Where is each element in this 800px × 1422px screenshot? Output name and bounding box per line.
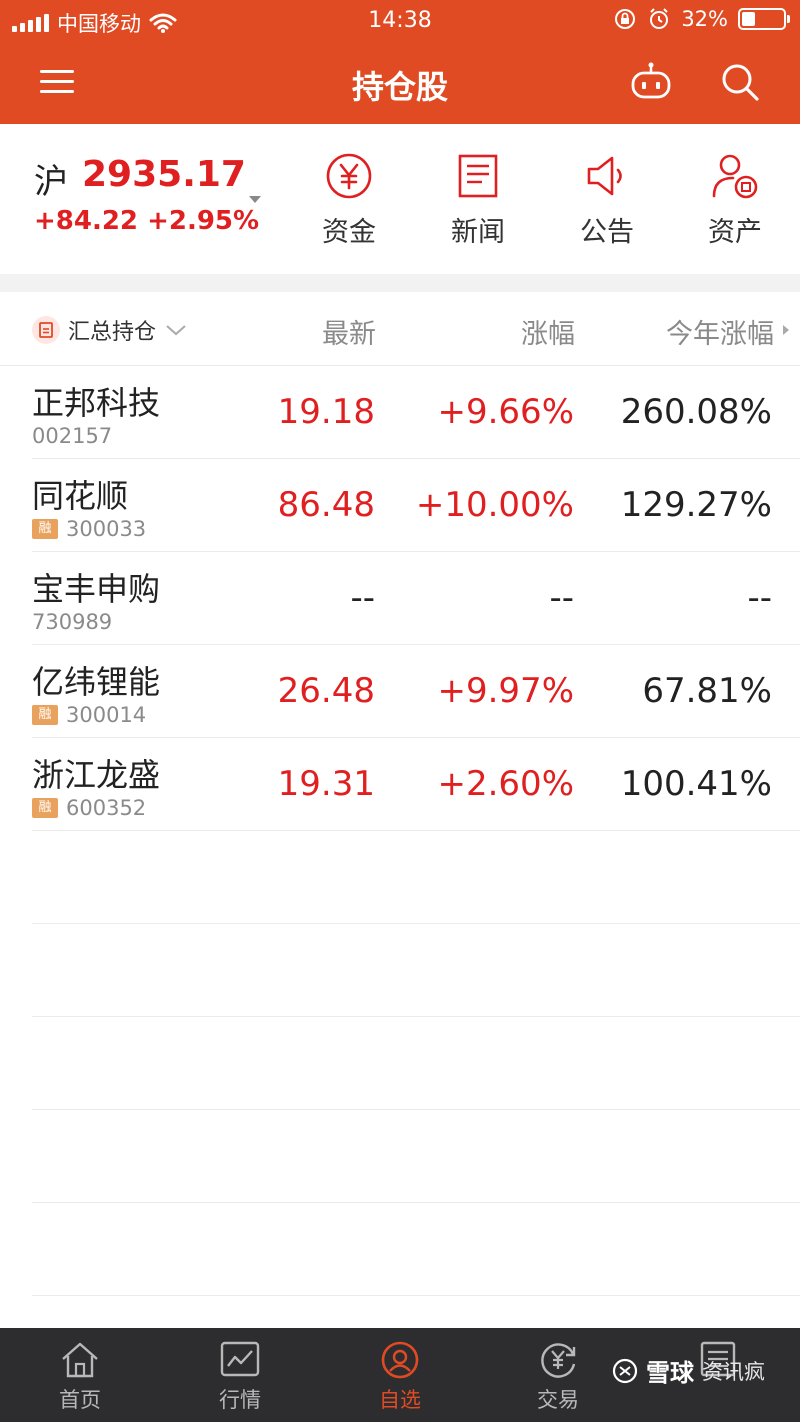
stock-name: 正邦科技: [32, 384, 161, 422]
table-row[interactable]: 亿纬锂能 融 300014 26.48 +9.97% 67.81%: [0, 645, 800, 738]
holdings-doc-icon: [32, 316, 60, 344]
margin-badge: 融: [32, 519, 58, 539]
stock-price: 86.48: [277, 485, 375, 525]
column-header-price[interactable]: 最新: [322, 312, 376, 351]
stock-code: 002157: [32, 424, 113, 448]
quick-action-assets[interactable]: 资产: [680, 152, 790, 249]
table-row[interactable]: 宝丰申购 730989 -- -- --: [0, 552, 800, 645]
stock-ytd: 129.27%: [620, 485, 772, 525]
orientation-lock-icon: [615, 9, 636, 29]
stock-name: 宝丰申购: [32, 570, 161, 608]
column-header-change[interactable]: 涨幅: [521, 312, 575, 351]
quick-action-funds[interactable]: 资金: [294, 152, 404, 249]
tab-watchlist[interactable]: 自选: [340, 1340, 460, 1414]
table-row[interactable]: 浙江龙盛 融 600352 19.31 +2.60% 100.41%: [0, 738, 800, 831]
tab-label: 交易: [537, 1388, 579, 1412]
column-header-ytd[interactable]: 今年涨幅: [666, 312, 774, 351]
tab-label: 自选: [379, 1388, 421, 1412]
empty-row: [0, 1203, 800, 1296]
empty-row: [0, 1110, 800, 1203]
page-title: 持仓股: [351, 68, 448, 106]
tab-trade[interactable]: 交易: [498, 1340, 618, 1414]
tab-market[interactable]: 行情: [180, 1340, 300, 1414]
stock-price: 26.48: [277, 671, 375, 711]
user-asset-icon: [712, 154, 758, 199]
watermark-brand: 雪球: [646, 1359, 694, 1387]
watchlist-icon: [381, 1341, 419, 1379]
index-change: +84.22 +2.95%: [34, 206, 260, 236]
quick-action-announcements[interactable]: 公告: [552, 152, 662, 249]
stock-change: +10.00%: [415, 485, 574, 525]
empty-row: [0, 1017, 800, 1110]
tab-label: 行情: [219, 1388, 261, 1412]
index-dropdown-icon[interactable]: [249, 196, 261, 203]
home-icon: [62, 1342, 98, 1378]
chevron-down-icon: [166, 325, 186, 336]
stock-name: 同花顺: [32, 477, 129, 515]
stock-ytd: 260.08%: [620, 392, 772, 432]
stock-change: +2.60%: [437, 764, 575, 804]
index-value[interactable]: 2935.17: [82, 154, 246, 195]
robot-icon[interactable]: [628, 60, 674, 106]
stock-price: --: [350, 578, 375, 618]
empty-row: [0, 924, 800, 1017]
table-row[interactable]: 同花顺 融 300033 86.48 +10.00% 129.27%: [0, 459, 800, 552]
chart-icon: [220, 1341, 260, 1377]
alarm-icon: [650, 8, 669, 29]
trade-icon: [541, 1343, 576, 1378]
battery-percent: 32%: [681, 7, 728, 31]
quick-action-label: 公告: [580, 217, 634, 248]
quick-action-label: 新闻: [451, 217, 505, 248]
margin-badge: 融: [32, 798, 58, 818]
stock-price: 19.18: [277, 392, 375, 432]
stock-code: 300014: [66, 703, 147, 727]
table-row[interactable]: 正邦科技 002157 19.18 +9.66% 260.08%: [0, 366, 800, 459]
yen-circle-icon: [326, 153, 372, 199]
stock-code: 600352: [66, 796, 147, 820]
section-divider: [0, 274, 800, 292]
margin-badge: 融: [32, 705, 58, 725]
stock-name: 亿纬锂能: [32, 663, 161, 701]
stock-change: --: [549, 578, 574, 618]
holdings-table-header: 汇总持仓 最新 涨幅 今年涨幅: [0, 292, 800, 366]
group-selector-label: 汇总持仓: [68, 320, 157, 345]
snowball-logo-icon: [612, 1358, 638, 1383]
watermark-user: 资讯疯: [702, 1359, 765, 1384]
navbar: 持仓股: [0, 40, 800, 124]
status-bar: 中国移动 14:38 32%: [0, 0, 800, 40]
stock-code: 300033: [66, 517, 147, 541]
index-name[interactable]: 沪: [34, 154, 68, 203]
quick-action-news[interactable]: 新闻: [423, 152, 533, 249]
speaker-icon: [587, 156, 622, 196]
tab-home[interactable]: 首页: [20, 1340, 140, 1414]
stock-change: +9.97%: [437, 671, 575, 711]
empty-row: [0, 831, 800, 924]
stock-code: 730989: [32, 610, 113, 634]
stock-ytd: --: [747, 578, 772, 618]
app-header: 中国移动 14:38 32% 持仓股: [0, 0, 800, 124]
stock-ytd: 100.41%: [620, 764, 772, 804]
search-icon[interactable]: [718, 60, 762, 104]
tab-label: 首页: [59, 1388, 101, 1412]
index-panel: 沪 2935.17 +84.22 +2.95% 资金 新闻 公告 资产: [0, 124, 800, 274]
stock-name: 浙江龙盛: [32, 756, 161, 794]
quick-action-label: 资产: [708, 217, 762, 248]
battery-icon: [738, 8, 790, 30]
stock-change: +9.66%: [437, 392, 575, 432]
scroll-columns-icon[interactable]: [783, 325, 789, 335]
stock-price: 19.31: [277, 764, 375, 804]
document-icon: [458, 154, 498, 198]
stock-ytd: 67.81%: [642, 671, 772, 711]
holdings-list: 正邦科技 002157 19.18 +9.66% 260.08% 同花顺 融 3…: [0, 366, 800, 1296]
quick-action-label: 资金: [322, 217, 376, 248]
group-selector[interactable]: 汇总持仓: [32, 314, 188, 346]
watermark: 雪球 资讯疯: [612, 1353, 765, 1388]
